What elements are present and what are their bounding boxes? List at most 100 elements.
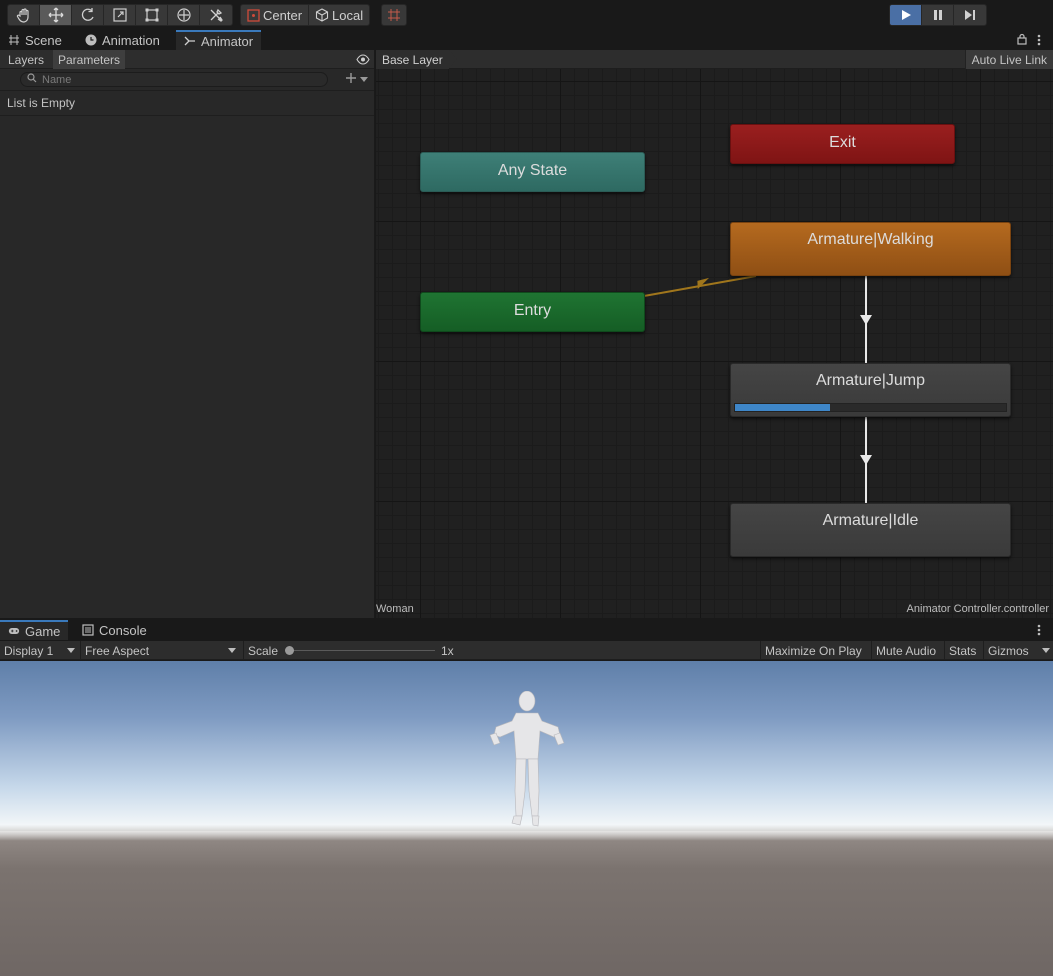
console-icon [82, 624, 94, 636]
rotate-icon [80, 7, 96, 23]
animator-graph[interactable]: Base Layer Auto Live Link Any State Exit… [376, 50, 1053, 618]
maximize-on-play-toggle[interactable]: Maximize On Play [760, 641, 866, 660]
character-figure [489, 691, 565, 827]
custom-tool-button[interactable] [200, 5, 232, 25]
state-progress-bar [734, 403, 1007, 412]
aspect-label: Free Aspect [85, 643, 150, 658]
tab-console[interactable]: Console [74, 620, 155, 640]
tab-layers-label: Layers [8, 52, 45, 67]
step-icon [964, 9, 976, 21]
game-view[interactable] [0, 661, 1053, 976]
tab-animator[interactable]: Animator [176, 30, 262, 50]
graph-footer-controller: Animator Controller.controller [906, 603, 1049, 615]
display-label: Display 1 [4, 643, 54, 658]
mute-audio-toggle[interactable]: Mute Audio [871, 641, 940, 660]
kebab-menu-icon[interactable] [1036, 33, 1042, 50]
state-any-state-label: Any State [497, 162, 568, 179]
chevron-down-icon [228, 648, 236, 653]
animator-parameters-panel: Layers Parameters Name List is Empty [0, 50, 375, 618]
tab-animation-label: Animation [102, 32, 160, 48]
stats-label: Stats [949, 643, 977, 658]
walking-transition-arrow [860, 315, 872, 325]
move-icon [48, 7, 64, 23]
scene-grid-icon [8, 34, 20, 46]
add-parameter-button[interactable] [345, 72, 368, 87]
transform-tool-button[interactable] [168, 5, 200, 25]
parameter-search-input[interactable]: Name [20, 72, 328, 87]
pivot-center-button[interactable]: Center [241, 5, 310, 25]
state-armature-walking[interactable]: Armature|Walking [730, 222, 1011, 276]
tab-scene-label: Scene [25, 32, 62, 48]
chevron-down-icon [67, 648, 75, 653]
state-walking-label: Armature|Walking [807, 231, 934, 248]
move-tool-button[interactable] [40, 5, 72, 25]
transform-tools-group [7, 4, 233, 26]
rotate-tool-button[interactable] [72, 5, 104, 25]
state-jump-label: Armature|Jump [815, 372, 926, 389]
state-exit-label: Exit [829, 134, 856, 151]
maximize-label: Maximize On Play [765, 643, 862, 658]
pivot-local-label: Local [332, 7, 364, 23]
state-any-state[interactable]: Any State [420, 152, 645, 192]
main-toolbar: Center Local [0, 0, 1053, 30]
state-progress-fill [735, 404, 830, 411]
play-button[interactable] [890, 5, 922, 25]
editor-tab-strip: Scene Animation Animator [0, 30, 1053, 50]
cube-icon [315, 8, 329, 22]
lock-icon[interactable] [1017, 33, 1027, 48]
tab-scene[interactable]: Scene [0, 30, 70, 50]
pivot-group: Center Local [240, 4, 371, 26]
chevron-down-icon [360, 77, 368, 82]
left-panel-header: Layers Parameters [0, 50, 374, 69]
state-entry[interactable]: Entry [420, 292, 645, 332]
state-exit[interactable]: Exit [730, 124, 955, 164]
gizmos-label: Gizmos [988, 643, 1029, 658]
scale-value: 1x [437, 641, 458, 660]
rect-tool-button[interactable] [136, 5, 168, 25]
state-armature-jump[interactable]: Armature|Jump [730, 363, 1011, 417]
eye-icon[interactable] [356, 54, 370, 68]
parameter-search-row: Name [0, 69, 374, 91]
step-button[interactable] [954, 5, 986, 25]
stats-toggle[interactable]: Stats [944, 641, 980, 660]
display-dropdown[interactable]: Display 1 [0, 641, 79, 660]
grid-snap-button[interactable] [382, 5, 406, 25]
scale-icon [112, 7, 128, 23]
scale-label: Scale [243, 641, 282, 660]
transform-icon [176, 7, 192, 23]
game-kebab-menu-icon[interactable] [1036, 623, 1042, 640]
state-entry-label: Entry [513, 302, 552, 319]
mute-label: Mute Audio [876, 643, 937, 658]
aspect-dropdown[interactable]: Free Aspect [80, 641, 240, 660]
grid-snap-icon [387, 8, 401, 22]
plus-icon [345, 72, 357, 87]
tab-layers[interactable]: Layers [3, 50, 49, 69]
parameters-empty-row: List is Empty [0, 91, 374, 116]
graph-footer: Woman Animator Controller.controller [376, 600, 1053, 618]
scale-label-text: Scale [248, 643, 279, 658]
hand-icon [16, 7, 32, 23]
scale-slider-track[interactable] [290, 650, 435, 651]
animator-icon [184, 35, 196, 47]
pivot-local-button[interactable]: Local [309, 5, 369, 25]
play-icon [900, 9, 912, 21]
search-icon [27, 73, 37, 86]
hand-tool-button[interactable] [8, 5, 40, 25]
playback-group [889, 4, 987, 26]
tools-icon [208, 7, 224, 23]
tab-animation[interactable]: Animation [77, 30, 168, 50]
tab-parameters[interactable]: Parameters [53, 50, 126, 69]
pivot-icon [247, 8, 260, 22]
tab-game[interactable]: Game [0, 620, 69, 640]
clock-icon [85, 34, 97, 46]
tab-game-label: Game [25, 623, 61, 639]
pause-icon [932, 9, 944, 21]
tab-animator-label: Animator [201, 33, 254, 49]
pause-button[interactable] [922, 5, 954, 25]
gizmos-dropdown[interactable]: Gizmos [983, 641, 1053, 660]
scale-tool-button[interactable] [104, 5, 136, 25]
state-armature-idle[interactable]: Armature|Idle [730, 503, 1011, 557]
scale-slider-thumb[interactable] [285, 646, 294, 655]
rect-transform-icon [144, 7, 160, 23]
grid-snap-group [381, 4, 407, 26]
